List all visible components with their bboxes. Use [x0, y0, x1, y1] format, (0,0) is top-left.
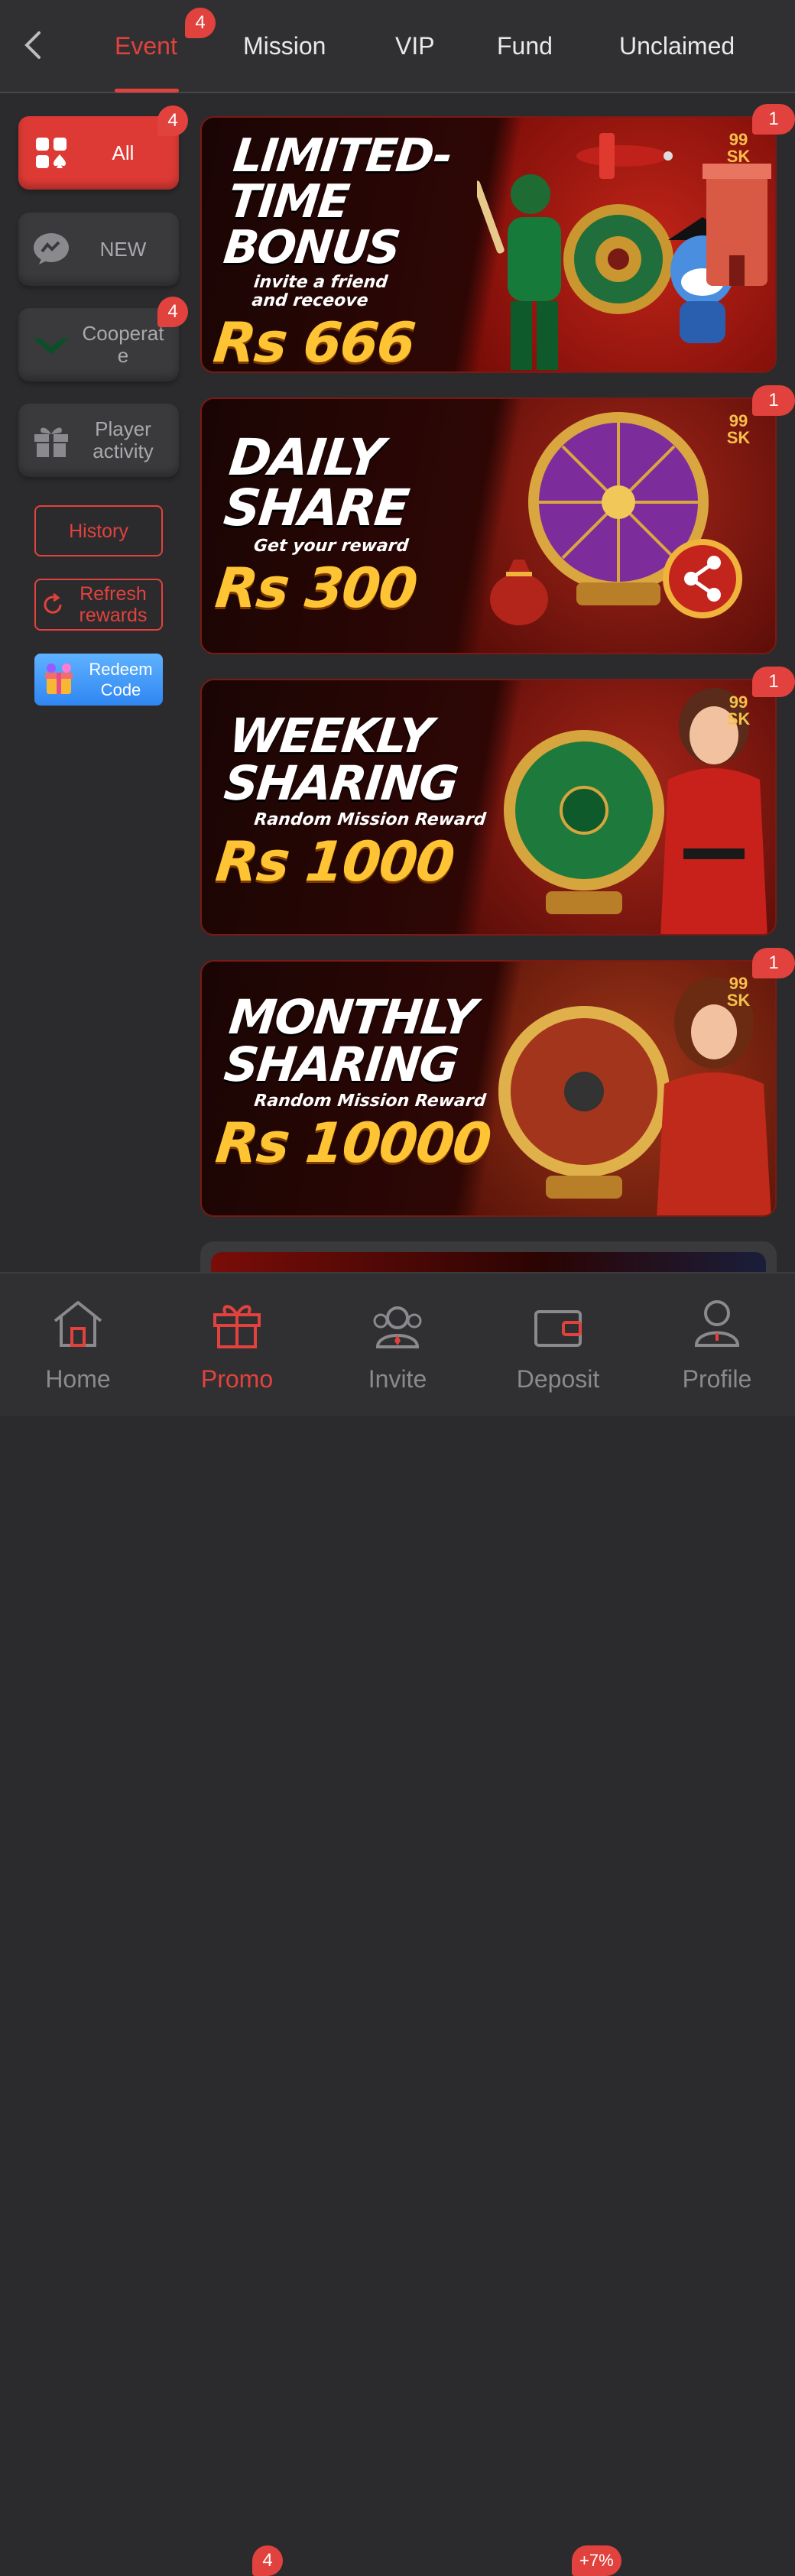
- sidebar-item-label: Player activity: [92, 417, 154, 462]
- sidebar-cooperate-badge: 4: [157, 297, 188, 327]
- refresh-icon: [44, 592, 62, 614]
- nav-label: Profile: [682, 1365, 752, 1393]
- banner-badge: 1: [752, 104, 795, 135]
- banner-subtitle: Random Mission Reward: [253, 1092, 487, 1111]
- chevron-left-icon: [24, 31, 41, 59]
- banner-amount: Rs 300: [212, 556, 420, 620]
- nav-promo[interactable]: Promo: [176, 1287, 298, 1393]
- nav-deposit[interactable]: Deposit: [497, 1287, 619, 1393]
- cooperate-logo-icon: [28, 321, 75, 368]
- banner-text: MONTHLY SHARING Random Mission Reward Rs…: [213, 977, 539, 1175]
- banner-badge: 1: [752, 948, 795, 978]
- tab-fund[interactable]: Fund: [497, 29, 553, 63]
- gift-icon: [213, 1305, 261, 1348]
- grid-icon: [28, 129, 75, 177]
- roulette-wheel-illustration: [563, 204, 673, 314]
- tab-mission[interactable]: Mission: [243, 29, 326, 63]
- sidebar-item-new[interactable]: NEW: [18, 213, 179, 286]
- chat-icon: [28, 225, 75, 273]
- banner-title: DAILY SHARE: [221, 428, 411, 537]
- brand-logo: 99 SK: [726, 974, 751, 1010]
- top-bar: Event 4 Mission VIP Fund Unclaimed: [0, 0, 795, 93]
- banner-title: LIMITED-TIME BONUS: [221, 129, 454, 274]
- share-icon: [663, 539, 742, 618]
- banner-amount: Rs 10000: [213, 1111, 494, 1175]
- history-button[interactable]: History: [34, 505, 163, 556]
- banner-text: DAILY SHARE Get your reward Rs 300: [213, 414, 540, 620]
- gift-box-icon: [45, 663, 73, 694]
- back-button[interactable]: [17, 26, 47, 64]
- banner-title: WEEKLY SHARING: [221, 708, 460, 811]
- sidebar-item-label: All: [112, 141, 135, 164]
- profile-icon: [694, 1300, 740, 1347]
- sidebar-item-cooperate[interactable]: Cooperat e: [18, 308, 179, 381]
- sidebar-item-label: NEW: [99, 237, 147, 261]
- nav-label: Home: [45, 1365, 111, 1393]
- banner-subtitle: Random Mission Reward: [253, 810, 487, 829]
- tab-event-badge: 4: [185, 8, 216, 38]
- banner-title: MONTHLY SHARING: [221, 989, 479, 1092]
- banner-badge: 1: [752, 385, 795, 416]
- redeem-code-button[interactable]: Redeem Code: [34, 654, 163, 706]
- tab-vip[interactable]: VIP: [395, 29, 435, 63]
- sidebar-item-all[interactable]: All: [18, 116, 179, 190]
- banner-text: LIMITED-TIME BONUS invite a friend and r…: [210, 129, 541, 373]
- brand-logo: 99 SK: [726, 693, 751, 728]
- nav-label: Promo: [200, 1365, 274, 1393]
- active-tab-indicator: [115, 89, 179, 92]
- banner-amount: Rs 666: [210, 310, 417, 373]
- banner-text: WEEKLY SHARING Random Mission Reward Rs …: [213, 696, 539, 894]
- nav-label: Deposit: [516, 1365, 600, 1393]
- redeem-code-label: Redeem Code: [89, 660, 153, 699]
- sidebar-item-label: Cooperat e: [82, 322, 164, 367]
- refresh-rewards-label: Refresh rewards: [79, 583, 148, 626]
- nav-deposit-badge: +7%: [572, 2545, 621, 2576]
- banner-subtitle: invite a friend and receove: [251, 273, 389, 310]
- wallet-icon: [534, 1310, 582, 1347]
- invite-people-icon: [373, 1306, 422, 1348]
- airplane-illustration: [576, 133, 673, 179]
- home-icon: [54, 1301, 102, 1347]
- bottom-navigation: Home Promo 4 Invite Deposit +7% Profile: [0, 1272, 795, 2576]
- banner-badge: 1: [752, 667, 795, 697]
- banner-subtitle: Get your reward: [252, 537, 410, 556]
- brand-logo: 99 SK: [726, 130, 751, 166]
- sidebar-item-player-activity[interactable]: Player activity: [18, 404, 179, 477]
- tab-event[interactable]: Event: [115, 29, 177, 63]
- tab-label: Event: [115, 32, 177, 60]
- brand-logo: 99 SK: [726, 411, 751, 447]
- promo-banner-weekly-sharing[interactable]: WEEKLY SHARING Random Mission Reward Rs …: [200, 679, 777, 936]
- banner-amount: Rs 1000: [213, 829, 456, 894]
- nav-profile[interactable]: Profile: [656, 1287, 778, 1393]
- nav-label: Invite: [368, 1365, 427, 1393]
- refresh-rewards-button[interactable]: Refresh rewards: [34, 579, 163, 631]
- nav-invite[interactable]: Invite: [336, 1287, 459, 1393]
- gift-icon: [28, 417, 75, 464]
- tab-unclaimed[interactable]: Unclaimed: [619, 29, 735, 63]
- sidebar-all-badge: 4: [157, 105, 188, 136]
- promo-banner-daily-share[interactable]: DAILY SHARE Get your reward Rs 300 99 SK: [200, 397, 777, 654]
- nav-home[interactable]: Home: [17, 1287, 139, 1393]
- promo-banner-monthly-sharing[interactable]: MONTHLY SHARING Random Mission Reward Rs…: [200, 960, 777, 1217]
- nav-promo-badge: 4: [252, 2545, 283, 2576]
- promo-banner-limited-bonus[interactable]: LIMITED-TIME BONUS invite a friend and r…: [200, 116, 777, 373]
